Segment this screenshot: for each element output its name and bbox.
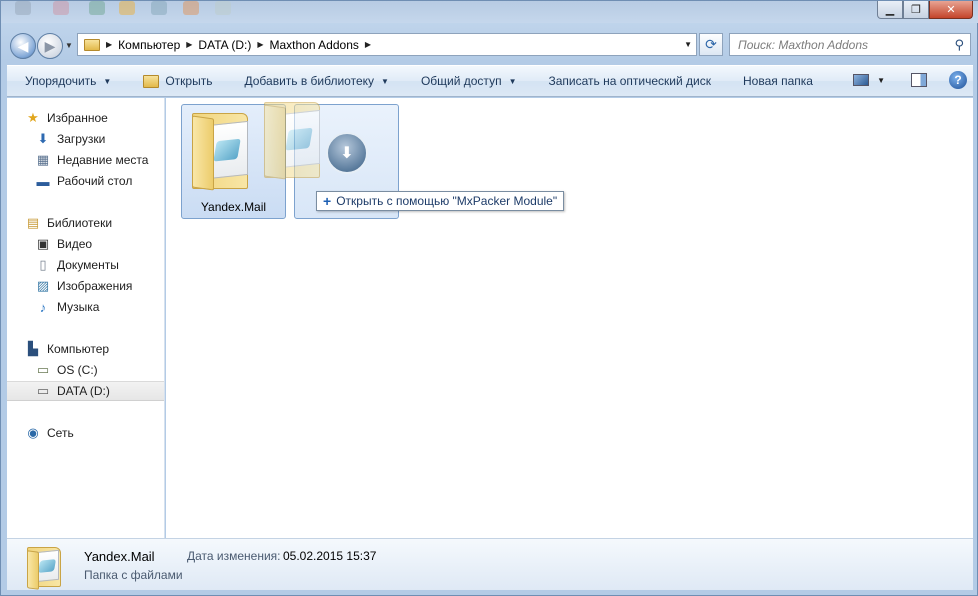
drag-tooltip: + Открыть с помощью "MxPacker Module" [316,191,565,211]
libraries-icon: ▤ [26,215,40,230]
sidebar-item-music[interactable]: ♪ Музыка [35,297,164,317]
background-icon [89,1,105,15]
details-date-label: Дата изменения: [187,549,281,563]
star-icon: ★ [27,110,39,125]
background-icon [53,1,69,15]
details-name: Yandex.Mail [84,549,155,564]
command-bar: Упорядочить ▼ Открыть Добавить в библиоте… [7,65,973,97]
recent-pages-dropdown-icon[interactable]: ▼ [65,41,73,50]
maximize-button[interactable]: ❐ [903,1,929,19]
add-to-library-button[interactable]: Добавить в библиотеку ▼ [226,66,402,96]
breadcrumb-root-arrow[interactable]: ▶ [106,40,118,49]
music-icon: ♪ [39,299,47,315]
open-button[interactable]: Открыть [125,66,226,96]
burn-button[interactable]: Записать на оптический диск [530,66,725,96]
network-icon: ◉ [27,425,39,440]
share-button[interactable]: Общий доступ ▼ [403,66,531,96]
address-history-dropdown-icon[interactable]: ▼ [684,40,692,49]
sidebar-item-os-c[interactable]: ▭ OS (C:) [35,360,164,380]
details-pane: Yandex.Mail Папка с файлами Дата изменен… [7,538,973,590]
chevron-down-icon: ▼ [381,76,389,86]
sidebar-item-documents[interactable]: ▯ Документы [35,255,164,275]
background-icon [15,1,31,15]
breadcrumb-data-d[interactable]: DATA (D:) ▶ [198,38,269,52]
file-list[interactable]: Yandex.Mail MxPacker ⬇ +Открыть с помощь… [166,98,973,538]
sidebar-item-recent[interactable]: ▦ Недавние места [35,150,164,170]
drive-icon: ▭ [36,383,50,398]
minimize-button[interactable]: ▁ [877,1,903,19]
breadcrumb-computer[interactable]: Компьютер ▶ [118,38,198,52]
details-date-value: 05.02.2015 15:37 [283,549,377,563]
computer-icon: ▙ [28,341,38,356]
sidebar-item-favorites[interactable]: ★ Избранное [25,108,164,128]
folder-icon [192,109,250,191]
breadcrumb-maxthon-addons[interactable]: Maxthon Addons ▶ [269,38,377,52]
sidebar-item-data-d[interactable]: ▭ DATA (D:) [7,381,164,401]
details-type: Папка с файлами [84,568,183,582]
chevron-down-icon: ▼ [508,76,517,86]
background-icon [119,1,135,15]
preview-pane-icon[interactable] [911,73,927,87]
folder-icon [27,543,63,590]
navigation-pane: ★ Избранное ⬇ Загрузки ▦ Недавние места ▬ Ра… [7,98,165,538]
navigation-row: ◀ ▶ ▼ ▶ Компьютер ▶ DATA (D:) ▶ Maxthon Ad… [1,29,978,61]
documents-icon: ▯ [39,257,47,272]
recent-places-icon: ▦ [36,152,50,167]
sidebar-item-computer[interactable]: ▙ Компьютер [25,339,164,359]
chevron-down-icon[interactable]: ▼ [877,76,885,85]
downloads-icon: ⬇ [37,131,49,146]
organize-button[interactable]: Упорядочить ▼ [7,66,125,96]
explorer-window: ▁ ❐ ✕ ◀ ▶ ▼ ▶ Компьютер ▶ DATA (D:) ▶ Maxt… [0,0,978,596]
sidebar-item-network[interactable]: ◉ Сеть [25,423,164,443]
sidebar-item-images[interactable]: ▨ Изображения [35,276,164,296]
video-icon: ▣ [36,236,50,251]
refresh-button[interactable]: ⟳ [699,33,723,56]
folder-icon [84,38,100,51]
open-folder-icon [143,74,160,88]
desktop-icon: ▬ [36,173,50,189]
change-view-icon[interactable] [853,74,870,86]
plus-icon: + [323,193,332,209]
title-bar: ▁ ❐ ✕ [1,1,978,23]
images-icon: ▨ [36,278,50,293]
drop-target-icon: ⬇ [326,132,368,174]
close-button[interactable]: ✕ [929,1,973,19]
help-icon[interactable]: ? [949,71,967,89]
sidebar-item-video[interactable]: ▣ Видео [35,234,164,254]
sidebar-item-downloads[interactable]: ⬇ Загрузки [35,129,164,149]
chevron-down-icon: ▼ [103,76,112,86]
search-input[interactable]: Поиск: Maxthon Addons ⚲ [729,33,971,56]
sidebar-item-libraries[interactable]: ▤ Библиотеки [25,213,164,233]
system-drive-icon: ▭ [36,362,50,377]
new-folder-button[interactable]: Новая папка [725,66,827,96]
background-icon [151,1,167,15]
background-icon [215,1,231,15]
background-icon [183,1,199,15]
sidebar-item-desktop[interactable]: ▬ Рабочий стол [35,171,164,191]
search-icon[interactable]: ⚲ [954,37,964,53]
address-bar[interactable]: ▶ Компьютер ▶ DATA (D:) ▶ Maxthon Addons ▶ … [77,33,697,56]
back-button[interactable]: ◀ [10,33,36,59]
forward-button[interactable]: ▶ [37,33,63,59]
